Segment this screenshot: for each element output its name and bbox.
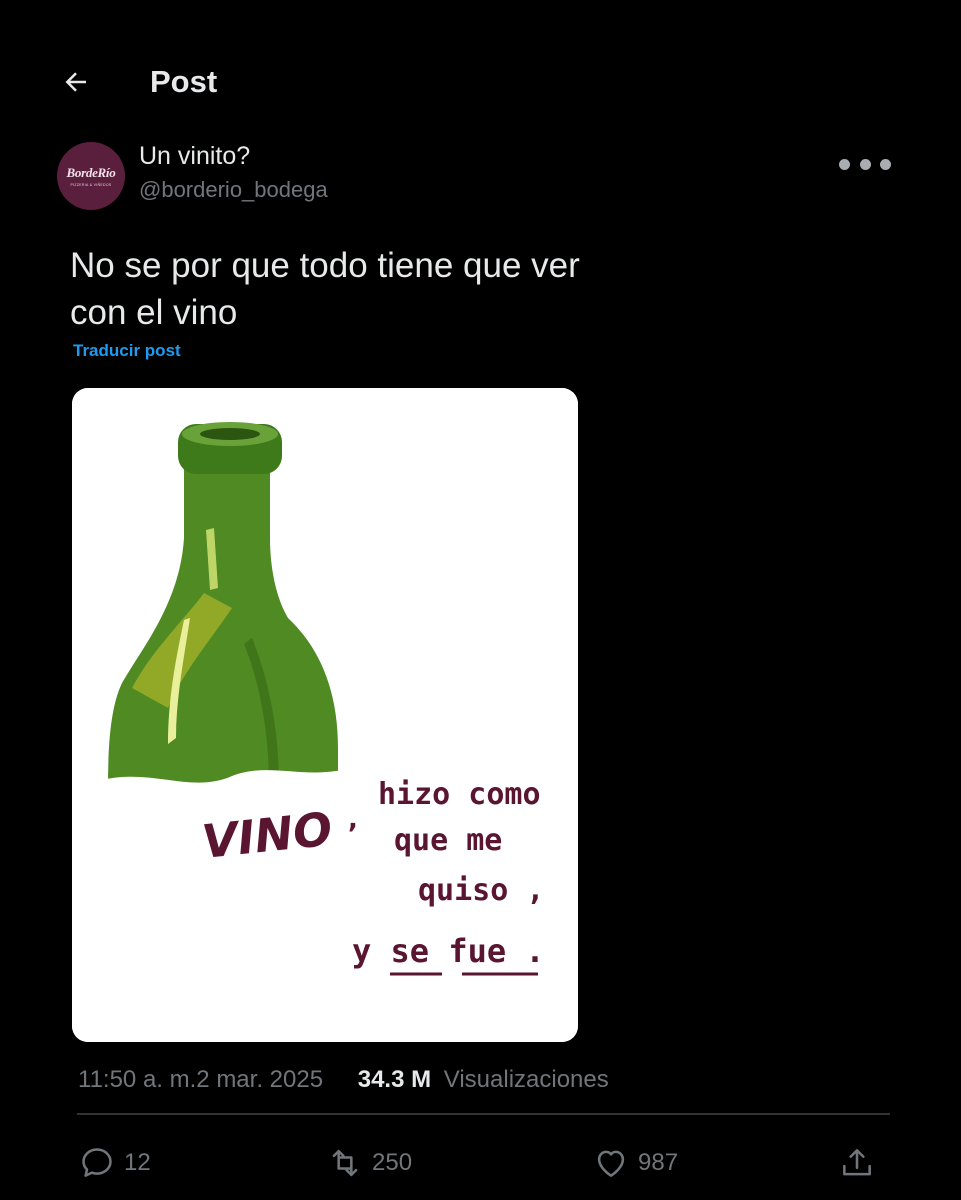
views-label: Visualizaciones [443, 1066, 609, 1093]
post-text: No se por que todo tiene que ver con el … [70, 246, 580, 332]
share-icon [843, 1149, 871, 1176]
handwritten-line-3: quiso , [418, 873, 544, 908]
reply-count: 12 [124, 1149, 151, 1176]
torn-label [102, 764, 372, 1042]
post-date[interactable]: 2 mar. 2025 [196, 1066, 323, 1093]
more-dot-icon [839, 158, 850, 170]
bottle-opening [200, 428, 260, 440]
retweet-count: 250 [372, 1149, 413, 1176]
top-bar: Post [0, 50, 961, 114]
heart-icon [597, 1150, 625, 1177]
page-title: Post [150, 64, 218, 99]
display-name[interactable]: Un vinito? [139, 142, 250, 171]
post-time[interactable]: 11:50 a. m. [78, 1066, 196, 1093]
more-dot-icon [880, 158, 891, 170]
retweet-button[interactable]: 250 [326, 1140, 412, 1186]
post-author: BordeRío PIZZERIA & VIÑEDOS Un vinito? @… [57, 142, 897, 212]
back-button[interactable] [58, 64, 94, 100]
handwritten-line-1: hizo como [378, 777, 541, 812]
arrow-left-icon [65, 72, 86, 92]
wine-bottle-illustration: VINO , hizo como que me quiso , y se fue… [72, 388, 578, 1042]
share-button[interactable] [838, 1140, 876, 1186]
more-dot-icon [859, 158, 871, 170]
post-meta: 11:50 a. m.2 mar. 2025 34.3 M Visualizac… [78, 1066, 609, 1094]
action-bar: 12 250 987 [78, 1140, 890, 1186]
translate-post-link[interactable]: Traducir post [73, 341, 181, 361]
more-options-button[interactable] [835, 154, 895, 174]
divider [77, 1113, 890, 1115]
post-image[interactable]: VINO , hizo como que me quiso , y se fue… [72, 388, 578, 1042]
reply-button[interactable]: 12 [78, 1140, 151, 1186]
handwritten-line-2: que me [394, 823, 502, 858]
reply-bubble-icon [82, 1148, 112, 1177]
like-count: 987 [638, 1149, 679, 1176]
avatar-logo-text: BordeRío [66, 165, 116, 180]
handwritten-line-4: y se fue . [352, 932, 545, 970]
views-count: 34.3 M [357, 1066, 432, 1093]
like-button[interactable]: 987 [592, 1140, 678, 1186]
avatar[interactable]: BordeRío PIZZERIA & VIÑEDOS [57, 142, 125, 210]
user-handle[interactable]: @borderio_bodega [139, 177, 328, 203]
avatar-sub-text: PIZZERIA & VIÑEDOS [70, 183, 112, 187]
retweet-icon [332, 1149, 358, 1177]
comma-mark: , [348, 805, 358, 835]
